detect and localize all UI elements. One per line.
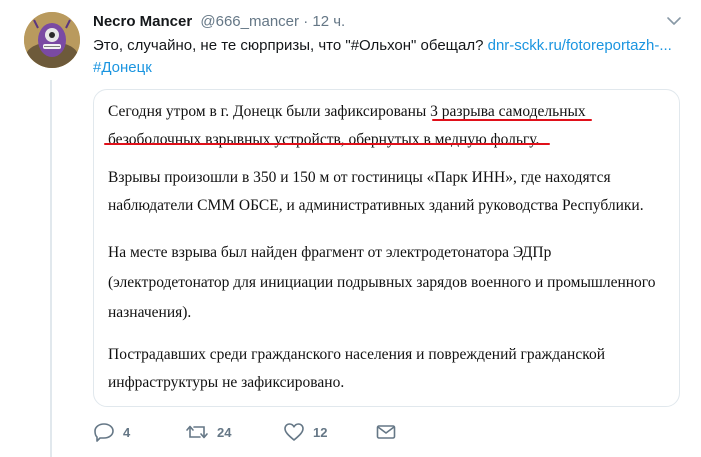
avatar-image bbox=[24, 12, 80, 68]
image-text-line: Пострадавших среди гражданского населени… bbox=[108, 346, 605, 363]
image-text-line: инфраструктуры не зафиксировано. bbox=[108, 374, 345, 391]
avatar[interactable] bbox=[24, 12, 80, 68]
image-paragraph-3: На месте взрыва был найден фрагмент от э… bbox=[108, 241, 656, 325]
tweet-body-text: Это, случайно, не те сюрпризы, что "#Оль… bbox=[93, 37, 488, 54]
tweet-text: Это, случайно, не те сюрпризы, что "#Оль… bbox=[93, 35, 673, 79]
red-underline-1 bbox=[432, 119, 592, 121]
retweet-count: 24 bbox=[217, 424, 232, 440]
tweet-timestamp[interactable]: 12 ч. bbox=[312, 13, 345, 30]
retweet-button[interactable]: 24 bbox=[185, 420, 231, 444]
image-text-line: (электродетонатор для инициации подрывны… bbox=[108, 274, 656, 291]
reply-count: 4 bbox=[123, 424, 131, 440]
reply-button[interactable]: 4 bbox=[93, 420, 130, 444]
image-text-line: назначения). bbox=[108, 304, 192, 321]
image-paragraph-2: Взрывы произошли в 350 и 150 м от гостин… bbox=[108, 166, 644, 218]
author-handle[interactable]: @666_mancer bbox=[200, 13, 299, 30]
image-paragraph-4: Пострадавших среди гражданского населени… bbox=[108, 343, 605, 395]
image-text-line: Сегодня утром в г. Донецк были зафиксиро… bbox=[108, 103, 431, 120]
like-button[interactable]: 12 bbox=[283, 420, 327, 444]
direct-message-button[interactable] bbox=[375, 420, 397, 444]
image-text-highlight: 3 разрыва самодельных bbox=[430, 103, 586, 120]
tweet-header: Necro Mancer @666_mancer · 12 ч. bbox=[93, 12, 681, 34]
image-text-line: На месте взрыва был найден фрагмент от э… bbox=[108, 244, 552, 261]
retweet-icon bbox=[186, 425, 208, 439]
red-underline-2 bbox=[104, 143, 550, 145]
hashtag-link[interactable]: #Донецк bbox=[93, 59, 152, 76]
tweet-actions-bar: 4 24 12 bbox=[93, 420, 413, 444]
image-text-line: наблюдатели СММ ОБСЕ, и административных… bbox=[108, 197, 644, 214]
reply-icon bbox=[94, 423, 114, 442]
chevron-down-icon[interactable] bbox=[665, 12, 683, 30]
like-count: 12 bbox=[313, 424, 328, 440]
image-text-line: безоболочных взрывных устройств, обернут… bbox=[108, 131, 540, 148]
separator-dot: · bbox=[303, 13, 309, 30]
thread-connector-line bbox=[50, 80, 52, 457]
heart-icon bbox=[284, 423, 304, 441]
envelope-icon bbox=[376, 425, 396, 439]
image-text-line: Взрывы произошли в 350 и 150 м от гостин… bbox=[108, 169, 611, 186]
tweet-link[interactable]: dnr-sckk.ru/fotoreportazh-... bbox=[488, 37, 672, 54]
author-name[interactable]: Necro Mancer bbox=[93, 13, 192, 30]
